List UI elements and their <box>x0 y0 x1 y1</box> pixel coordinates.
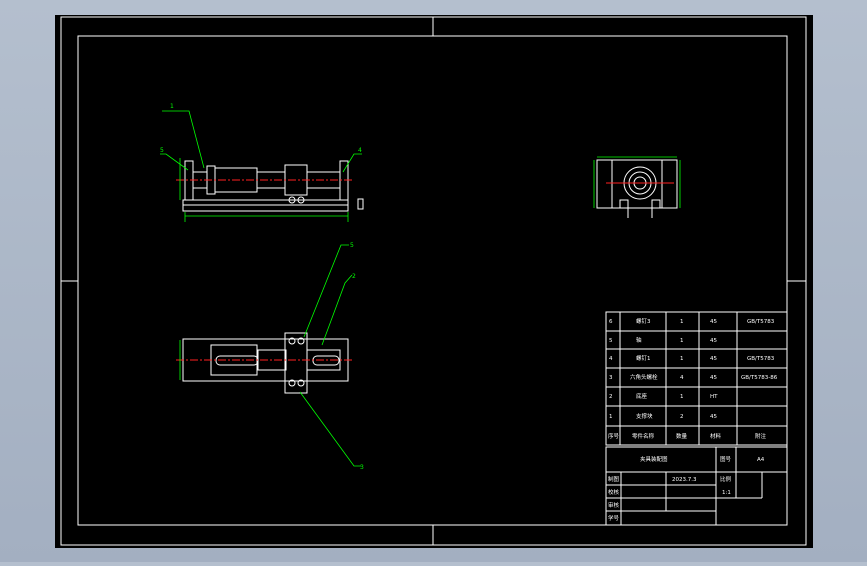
drawing-sheet <box>55 15 813 548</box>
svg-text:支撑块: 支撑块 <box>636 412 653 420</box>
svg-text:2: 2 <box>609 394 613 400</box>
svg-text:数量: 数量 <box>676 432 688 440</box>
svg-text:序号: 序号 <box>608 432 620 440</box>
svg-text:图号: 图号 <box>720 455 732 463</box>
cad-viewport[interactable]: 1 5 4 5 2 3 6 螺钉3 1 45 GB/T5783 5 轴 1 45… <box>0 0 867 562</box>
svg-text:螺钉1: 螺钉1 <box>636 354 651 362</box>
svg-text:3: 3 <box>609 375 613 381</box>
svg-text:附注: 附注 <box>755 432 767 440</box>
svg-text:审核: 审核 <box>608 501 620 509</box>
svg-text:底座: 底座 <box>636 392 648 400</box>
svg-text:6: 6 <box>609 319 613 325</box>
svg-text:4: 4 <box>680 375 684 381</box>
svg-text:2023.7.3: 2023.7.3 <box>672 477 697 483</box>
svg-text:GB/T5783: GB/T5783 <box>747 319 775 325</box>
svg-text:A4: A4 <box>757 457 765 463</box>
svg-text:1: 1 <box>680 356 684 362</box>
drawing-title: 夹具装配图 <box>640 455 668 463</box>
svg-text:4: 4 <box>609 356 613 362</box>
cad-drawing-canvas[interactable]: 1 5 4 5 2 3 6 螺钉3 1 45 GB/T5783 5 轴 1 45… <box>0 0 867 562</box>
svg-text:1: 1 <box>609 414 613 420</box>
callout-label: 5 <box>350 242 354 249</box>
svg-text:学号: 学号 <box>608 514 620 522</box>
svg-text:45: 45 <box>710 338 717 344</box>
callout-label: 1 <box>170 103 174 110</box>
svg-text:GB/T5783-86: GB/T5783-86 <box>741 375 778 381</box>
svg-text:45: 45 <box>710 319 717 325</box>
svg-text:制图: 制图 <box>608 475 620 483</box>
svg-text:5: 5 <box>609 338 613 344</box>
svg-text:GB/T5783: GB/T5783 <box>747 356 775 362</box>
callout-label: 3 <box>360 464 364 471</box>
callout-label: 5 <box>160 147 164 154</box>
svg-text:轴: 轴 <box>636 336 642 344</box>
svg-text:1:1: 1:1 <box>722 490 731 496</box>
svg-text:材料: 材料 <box>710 432 722 440</box>
svg-text:45: 45 <box>710 356 717 362</box>
svg-text:45: 45 <box>710 375 717 381</box>
svg-text:1: 1 <box>680 394 684 400</box>
svg-text:六角头螺栓: 六角头螺栓 <box>630 373 658 381</box>
svg-text:45: 45 <box>710 414 717 420</box>
svg-text:零件名称: 零件名称 <box>632 432 655 440</box>
callout-label: 2 <box>352 273 356 280</box>
svg-text:比例: 比例 <box>720 475 732 483</box>
svg-text:校核: 校核 <box>608 488 620 496</box>
svg-text:1: 1 <box>680 338 684 344</box>
svg-text:HT: HT <box>710 394 718 400</box>
callout-label: 4 <box>358 147 362 154</box>
svg-text:螺钉3: 螺钉3 <box>636 317 651 325</box>
svg-text:2: 2 <box>680 414 684 420</box>
svg-text:1: 1 <box>680 319 684 325</box>
